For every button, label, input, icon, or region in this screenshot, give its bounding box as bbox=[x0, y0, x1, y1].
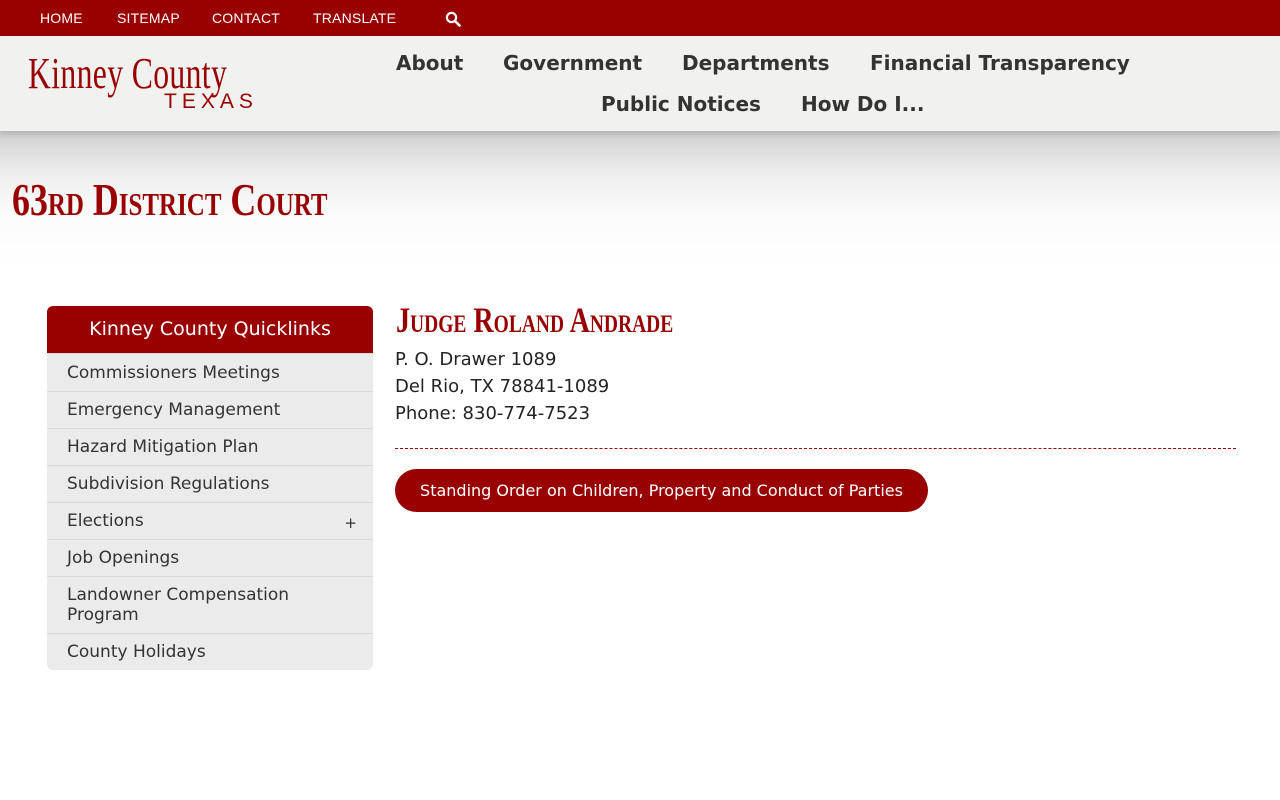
page-title: 63rd District Court bbox=[12, 174, 328, 225]
quicklink-label: Commissioners Meetings bbox=[67, 363, 280, 383]
quicklinks-heading: Kinney County Quicklinks bbox=[47, 306, 373, 353]
standing-order-button[interactable]: Standing Order on Children, Property and… bbox=[395, 469, 928, 512]
quicklink-hazard-mitigation-plan[interactable]: Hazard Mitigation Plan bbox=[47, 428, 373, 465]
nav-departments[interactable]: Departments bbox=[682, 51, 830, 75]
nav-how-do-i[interactable]: How Do I... bbox=[801, 92, 924, 116]
site-logo[interactable]: Kinney County TEXAS bbox=[28, 50, 258, 116]
phone-number: Phone: 830-774-7523 bbox=[395, 403, 591, 424]
quicklink-subdivision-regulations[interactable]: Subdivision Regulations bbox=[47, 465, 373, 502]
quicklink-emergency-management[interactable]: Emergency Management bbox=[47, 391, 373, 428]
address-line-1: P. O. Drawer 1089 bbox=[395, 349, 557, 370]
page-title-band: 63rd District Court bbox=[0, 131, 1280, 266]
content-divider bbox=[395, 448, 1236, 449]
nav-about[interactable]: About bbox=[396, 51, 463, 75]
top-link-contact[interactable]: CONTACT bbox=[212, 10, 280, 26]
quicklink-county-holidays[interactable]: County Holidays bbox=[47, 633, 373, 670]
quicklinks-sidebar: Kinney County Quicklinks Commissioners M… bbox=[47, 306, 373, 670]
site-header: Kinney County TEXAS About Government Dep… bbox=[0, 36, 1280, 131]
search-icon[interactable] bbox=[445, 11, 461, 27]
quicklink-label: County Holidays bbox=[67, 642, 206, 662]
quicklink-commissioners-meetings[interactable]: Commissioners Meetings bbox=[47, 353, 373, 391]
nav-public-notices[interactable]: Public Notices bbox=[601, 92, 761, 116]
address-line-2: Del Rio, TX 78841-1089 bbox=[395, 376, 610, 397]
nav-financial-transparency[interactable]: Financial Transparency bbox=[870, 51, 1130, 75]
quicklink-label: Hazard Mitigation Plan bbox=[67, 437, 259, 457]
quicklink-landowner-compensation-program[interactable]: Landowner Compensation Program bbox=[47, 576, 373, 633]
logo-state-name: TEXAS bbox=[164, 90, 258, 113]
top-link-home[interactable]: HOME bbox=[40, 10, 83, 26]
quicklink-label: Emergency Management bbox=[67, 400, 281, 420]
top-utility-bar: HOME SITEMAP CONTACT TRANSLATE bbox=[0, 0, 1280, 36]
quicklink-job-openings[interactable]: Job Openings bbox=[47, 539, 373, 576]
quicklink-label: Elections bbox=[67, 511, 144, 531]
quicklink-label: Subdivision Regulations bbox=[67, 474, 270, 494]
quicklink-label: Landowner Compensation Program bbox=[67, 585, 290, 625]
top-link-translate[interactable]: TRANSLATE bbox=[313, 10, 396, 26]
expand-plus-icon[interactable]: + bbox=[344, 513, 357, 533]
quicklink-label: Job Openings bbox=[67, 548, 180, 568]
top-link-sitemap[interactable]: SITEMAP bbox=[117, 10, 180, 26]
judge-name-heading: Judge Roland Andrade bbox=[396, 300, 674, 340]
nav-government[interactable]: Government bbox=[503, 51, 642, 75]
quicklink-elections[interactable]: Elections + bbox=[47, 502, 373, 539]
